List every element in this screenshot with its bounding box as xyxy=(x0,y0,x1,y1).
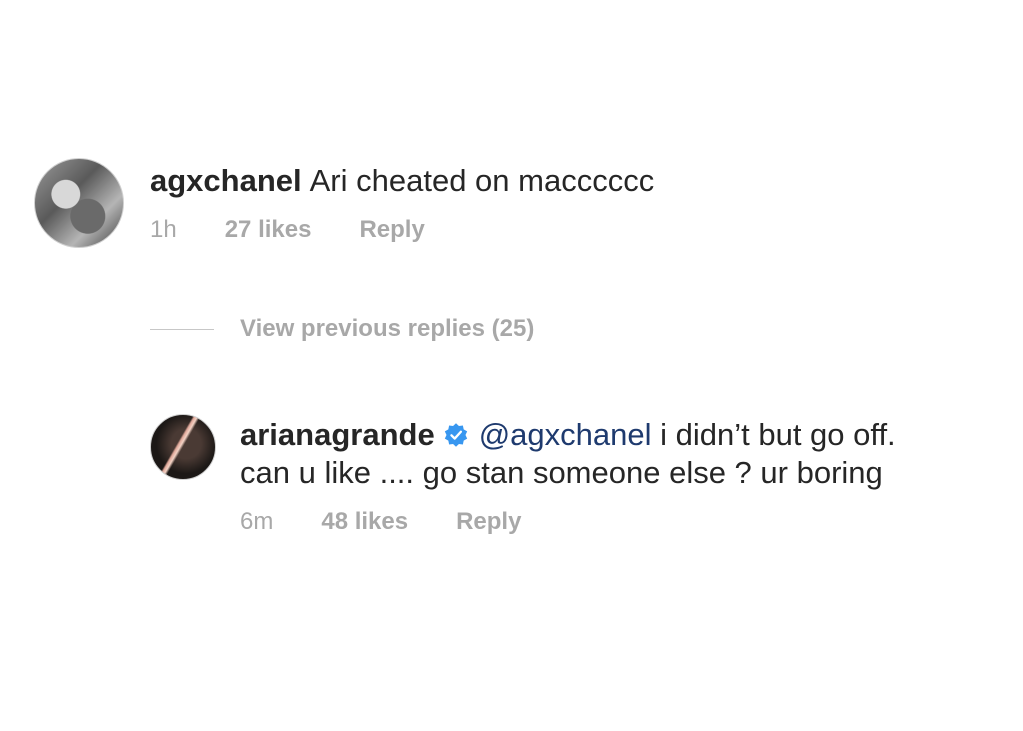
username[interactable]: arianagrande xyxy=(240,417,435,452)
view-previous-replies-button[interactable]: View previous replies (25) xyxy=(150,315,534,343)
reply-button[interactable]: Reply xyxy=(456,508,521,536)
avatar[interactable] xyxy=(34,158,124,248)
view-replies-label: View previous replies (25) xyxy=(240,315,535,342)
likes-count[interactable]: 48 likes xyxy=(321,508,408,536)
comment-body: agxchanel Ari cheated on macccccc 1h 27 l… xyxy=(150,158,890,244)
comment-message-line2: can u like .... go stan someone else ? u… xyxy=(240,455,883,490)
timestamp[interactable]: 6m xyxy=(240,508,273,536)
verified-badge-icon xyxy=(444,423,467,447)
comment-message: Ari cheated on macccccc xyxy=(309,163,655,198)
username[interactable]: agxchanel xyxy=(150,163,302,198)
divider-line xyxy=(150,328,214,330)
comment-message-line1: i didn’t but go off. xyxy=(651,417,896,452)
comment-meta: 1h 27 likes Reply xyxy=(150,216,890,244)
reply-button[interactable]: Reply xyxy=(359,216,424,244)
timestamp[interactable]: 1h xyxy=(150,216,177,244)
comment-text: agxchanel Ari cheated on macccccc xyxy=(150,162,890,200)
comment: agxchanel Ari cheated on macccccc 1h 27 l… xyxy=(34,158,890,248)
mention-link[interactable]: @agxchanel xyxy=(479,417,652,452)
reply-comment: arianagrande @agxchanel i didn’t but go … xyxy=(150,412,1000,536)
likes-count[interactable]: 27 likes xyxy=(225,216,312,244)
avatar[interactable] xyxy=(150,414,216,480)
comment-body: arianagrande @agxchanel i didn’t but go … xyxy=(240,412,1000,536)
comment-text: arianagrande @agxchanel i didn’t but go … xyxy=(240,416,1000,492)
comment-meta: 6m 48 likes Reply xyxy=(240,508,1000,536)
